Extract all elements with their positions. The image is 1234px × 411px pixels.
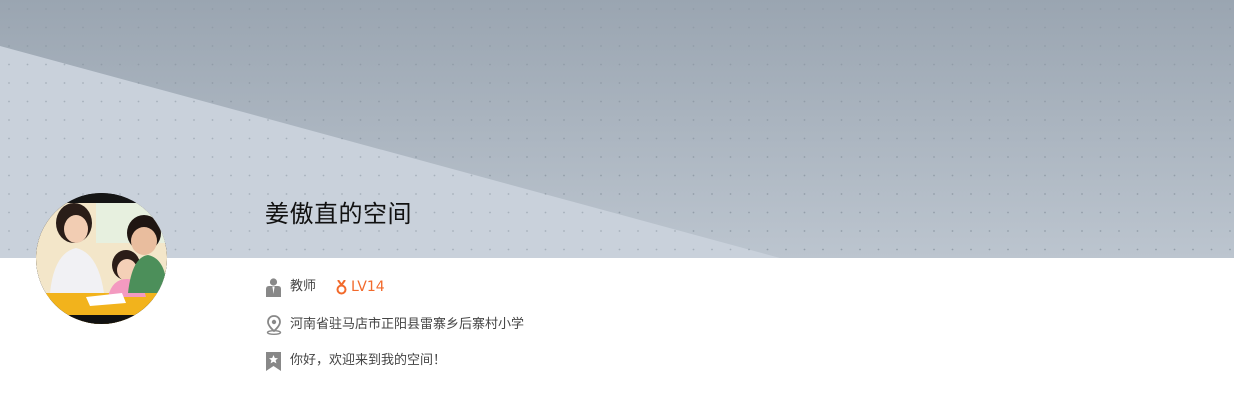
avatar[interactable] [36, 193, 167, 324]
map-pin-icon [265, 315, 282, 335]
greeting-text: 你好，欢迎来到我的空间！ [290, 353, 447, 368]
space-title: 姜傲直的空间 [265, 200, 412, 228]
level-badge: LV14 [336, 277, 385, 297]
location-row: 河南省驻马店市正阳县雷寨乡后寨村小学 [265, 314, 524, 336]
level-label: LV14 [351, 279, 385, 295]
profile-banner [0, 0, 1234, 258]
bookmark-star-icon [265, 351, 282, 371]
role-row: 教师 LV14 [265, 276, 385, 298]
profile-page: 姜傲直的空间 教师 LV14 河南省驻马店市正阳县雷寨乡后寨村小学 你好，欢迎来… [0, 0, 1234, 411]
role-label: 教师 [290, 279, 317, 294]
greeting-row: 你好，欢迎来到我的空间！ [265, 350, 446, 372]
teacher-person-icon [265, 277, 282, 297]
location-text: 河南省驻马店市正阳县雷寨乡后寨村小学 [290, 317, 525, 332]
medal-icon [336, 279, 348, 295]
